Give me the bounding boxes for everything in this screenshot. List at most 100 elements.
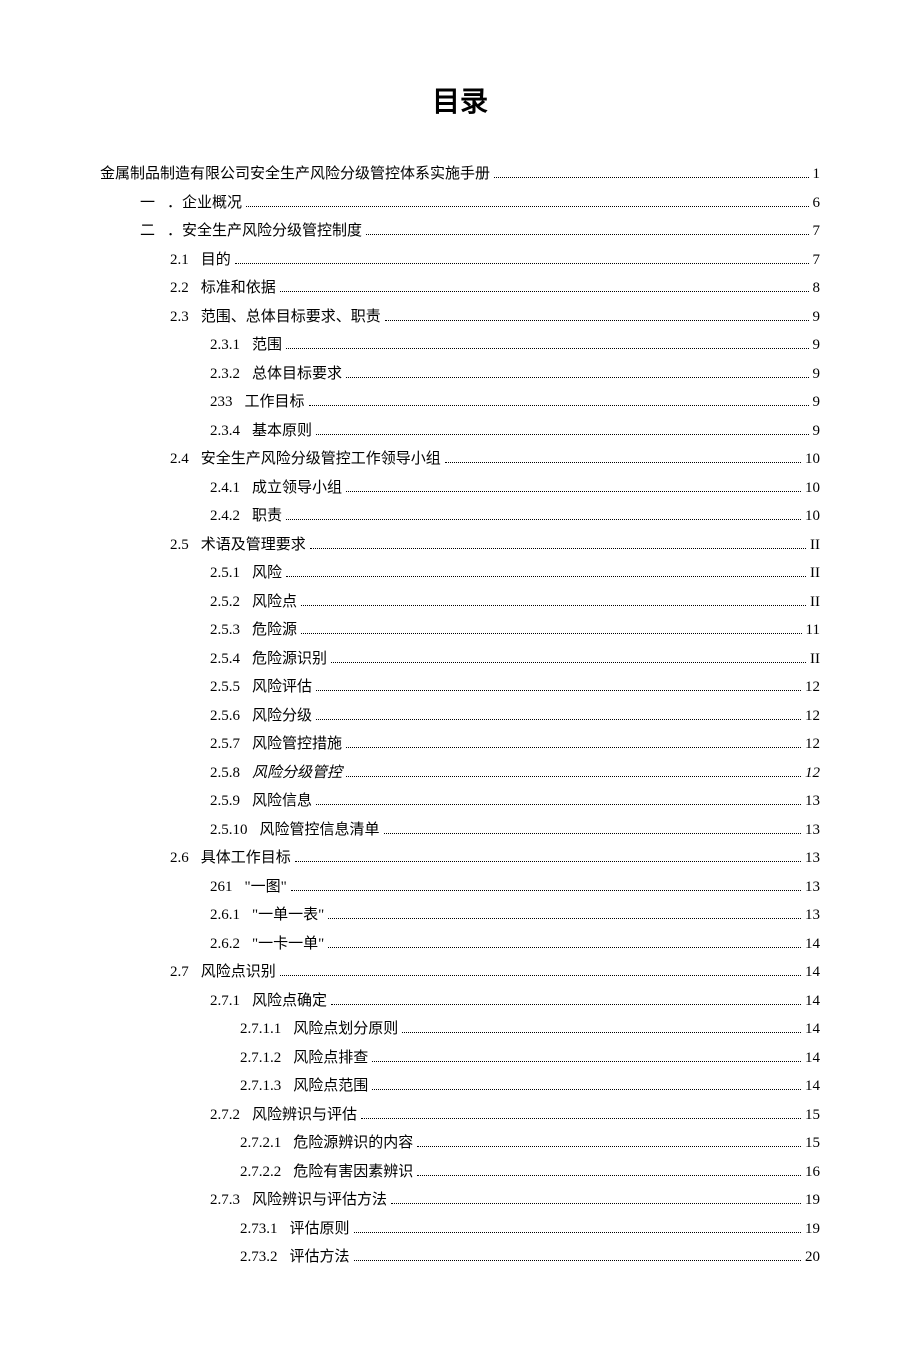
- toc-entry-page: 12: [805, 730, 820, 759]
- toc-entry-label: 风险点排查: [293, 1044, 368, 1073]
- toc-entry-label: 危险源辨识的内容: [293, 1129, 413, 1158]
- toc-leader-dots: [384, 833, 801, 834]
- toc-entry-label: 风险: [252, 559, 282, 588]
- toc-entry-page: II: [810, 645, 820, 674]
- toc-entry-label: 危险有害因素辨识: [293, 1158, 413, 1187]
- toc-entry-number: 2.7.2.2: [240, 1158, 281, 1187]
- toc-entry-page: 12: [805, 759, 820, 788]
- toc-entry-label: 风险点识别: [201, 958, 276, 987]
- toc-entry-label: 风险管控信息清单: [260, 816, 380, 845]
- toc-entry-label: 风险点: [252, 588, 297, 617]
- toc-entry: 2.5.7风险管控措施12: [100, 730, 820, 759]
- toc-entry-number: 2.73.2: [240, 1243, 278, 1272]
- toc-entry-page: 13: [805, 816, 820, 845]
- toc-entry-number: 2.7.2.1: [240, 1129, 281, 1158]
- toc-leader-dots: [361, 1118, 801, 1119]
- toc-leader-dots: [494, 177, 808, 178]
- toc-entry-number: 2.5.5: [210, 673, 240, 702]
- toc-leader-dots: [372, 1089, 801, 1090]
- toc-entry-page: 9: [813, 331, 821, 360]
- toc-entry-number: 2.6.1: [210, 901, 240, 930]
- toc-entry: 2.5.4危险源识别II: [100, 645, 820, 674]
- toc-entry: 2.7.1风险点确定14: [100, 987, 820, 1016]
- toc-entry-page: 14: [805, 1044, 820, 1073]
- toc-leader-dots: [385, 320, 809, 321]
- toc-leader-dots: [331, 1004, 801, 1005]
- toc-entry-page: 14: [805, 1072, 820, 1101]
- toc-leader-dots: [316, 719, 801, 720]
- toc-leader-dots: [346, 747, 801, 748]
- toc-leader-dots: [301, 605, 806, 606]
- toc-entry: 二．安全生产风险分级管控制度7: [100, 217, 820, 246]
- toc-entry-page: II: [810, 531, 820, 560]
- toc-entry-number: 2.5.8: [210, 759, 240, 788]
- toc-entry-label: 具体工作目标: [201, 844, 291, 873]
- toc-entry-label: 风险点范围: [293, 1072, 368, 1101]
- toc-entry-page: 13: [805, 873, 820, 902]
- toc-entry-label: 风险辨识与评估: [252, 1101, 357, 1130]
- toc-leader-dots: [309, 405, 809, 406]
- toc-entry-page: 9: [813, 303, 821, 332]
- toc-entry-label: 安全生产风险分级管控工作领导小组: [201, 445, 441, 474]
- toc-entry: 2.5.2风险点II: [100, 588, 820, 617]
- toc-leader-dots: [346, 377, 808, 378]
- toc-leader-dots: [316, 804, 801, 805]
- toc-entry-page: 14: [805, 987, 820, 1016]
- toc-leader-dots: [316, 690, 801, 691]
- toc-entry-number: 2.4.2: [210, 502, 240, 531]
- toc-entry: 2.73.2评估方法20: [100, 1243, 820, 1272]
- toc-entry-label: "一单一表": [252, 901, 324, 930]
- toc-entry: 261"一图"13: [100, 873, 820, 902]
- toc-leader-dots: [328, 947, 801, 948]
- toc-entry-label: 风险信息: [252, 787, 312, 816]
- toc-leader-dots: [445, 462, 801, 463]
- toc-entry-label: 总体目标要求: [252, 360, 342, 389]
- toc-entry: 233工作目标9: [100, 388, 820, 417]
- toc-entry: 2.1目的7: [100, 246, 820, 275]
- toc-entry: 2.7.2 风险辨识与评估 15: [100, 1101, 820, 1130]
- toc-entry-page: 15: [805, 1101, 820, 1130]
- toc-entry: 2.5.9 风险信息 13: [100, 787, 820, 816]
- toc-entry-number: 2.5.9: [210, 787, 240, 816]
- toc-entry: 2.4.2职责10: [100, 502, 820, 531]
- toc-entry-number: 2.4.1: [210, 474, 240, 503]
- toc-entry: 2.7风险点识别14: [100, 958, 820, 987]
- toc-entry-number: 2.5.10: [210, 816, 248, 845]
- table-of-contents: 金属制品制造有限公司安全生产风险分级管控体系实施手册1一．企业概况6二．安全生产…: [100, 160, 820, 1272]
- toc-entry: 2.7.1.3 风险点范围 14: [100, 1072, 820, 1101]
- toc-leader-dots: [291, 890, 801, 891]
- toc-entry: 2.7.2.1危险源辨识的内容15: [100, 1129, 820, 1158]
- toc-entry-number: 2.7.3: [210, 1186, 240, 1215]
- toc-leader-dots: [286, 519, 801, 520]
- toc-entry: 2.7.1.1风险点划分原则14: [100, 1015, 820, 1044]
- toc-entry-page: 13: [805, 787, 820, 816]
- toc-entry-label: 评估方法: [290, 1243, 350, 1272]
- toc-entry: 2.7.3风险辨识与评估方法19: [100, 1186, 820, 1215]
- toc-entry-number: 2.6: [170, 844, 189, 873]
- toc-entry-page: 9: [813, 417, 821, 446]
- toc-leader-dots: [310, 548, 806, 549]
- toc-entry: 2.7.1.2风险点排查14: [100, 1044, 820, 1073]
- toc-entry: 2.5.6风险分级12: [100, 702, 820, 731]
- toc-entry: 2.5.3危险源11: [100, 616, 820, 645]
- toc-leader-dots: [328, 918, 801, 919]
- toc-leader-dots: [354, 1260, 801, 1261]
- toc-entry-page: 19: [805, 1215, 820, 1244]
- toc-entry-number: 2.7.1.1: [240, 1015, 281, 1044]
- toc-entry: 2.5术语及管理要求II: [100, 531, 820, 560]
- toc-entry-number: 一: [140, 189, 155, 218]
- toc-entry: 2.3.2总体目标要求9: [100, 360, 820, 389]
- toc-entry-label: 标准和依据: [201, 274, 276, 303]
- toc-leader-dots: [366, 234, 808, 235]
- toc-entry-number: 2.7.1.3: [240, 1072, 281, 1101]
- toc-entry-number: 2.73.1: [240, 1215, 278, 1244]
- toc-leader-dots: [372, 1061, 801, 1062]
- toc-leader-dots: [346, 491, 801, 492]
- toc-entry-number: 2.5.4: [210, 645, 240, 674]
- toc-entry-label: 危险源: [252, 616, 297, 645]
- toc-entry-page: 6: [813, 189, 821, 218]
- toc-leader-dots: [316, 434, 808, 435]
- toc-entry: 2.3范围、总体目标要求、职责9: [100, 303, 820, 332]
- toc-entry-number: 2.7.2: [210, 1101, 240, 1130]
- toc-entry: 2.6具体工作目标13: [100, 844, 820, 873]
